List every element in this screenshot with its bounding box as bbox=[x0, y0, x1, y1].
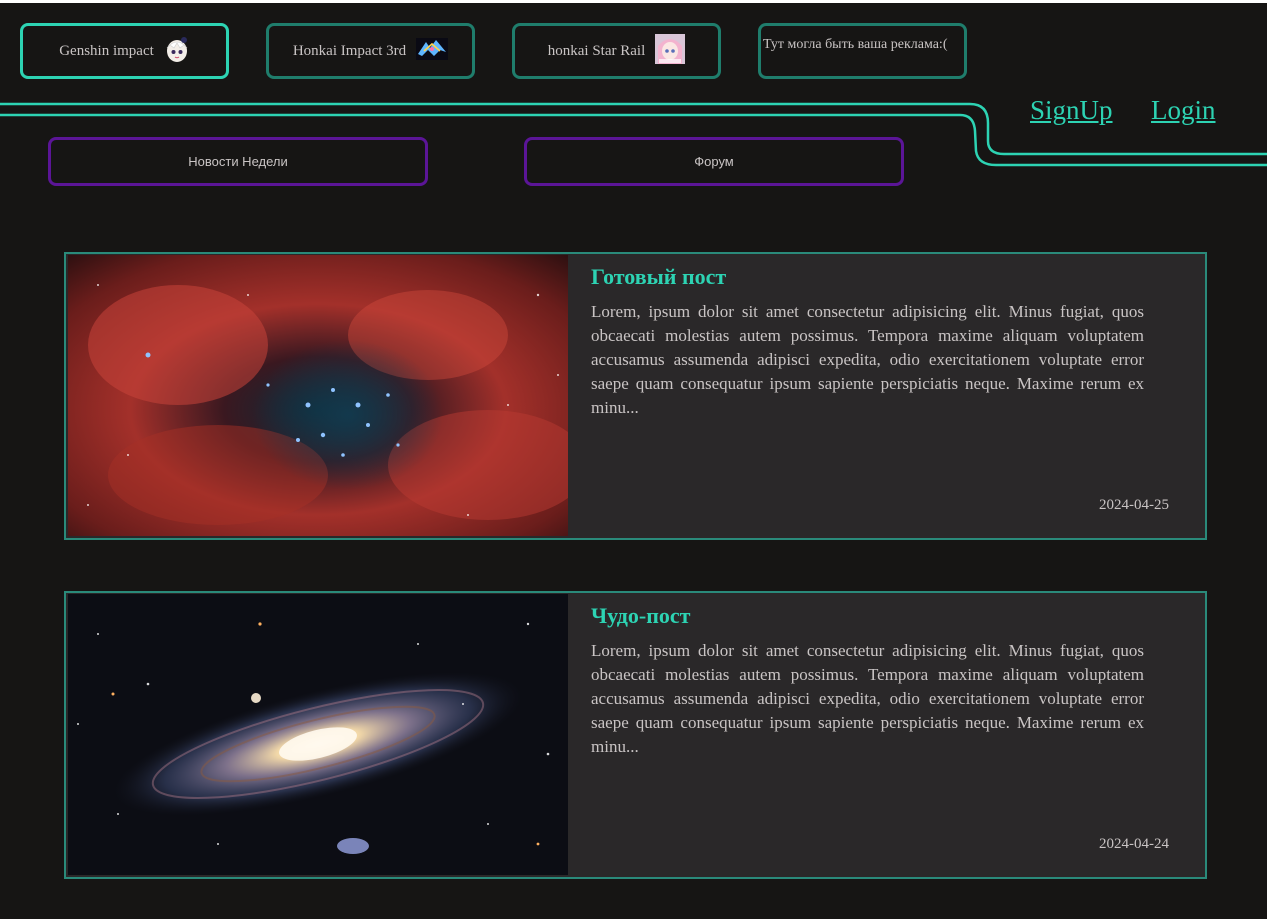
tab-label: Honkai Impact 3rd bbox=[292, 42, 407, 59]
tab-label: Genshin impact bbox=[59, 42, 154, 59]
tab-honkai-impact-3rd[interactable]: Honkai Impact 3rd bbox=[266, 23, 475, 79]
post-date: 2024-04-25 bbox=[1099, 497, 1169, 513]
signup-link[interactable]: SignUp bbox=[1030, 95, 1113, 126]
tab-label: honkai Star Rail bbox=[547, 42, 646, 59]
post-card[interactable]: Готовый пост Lorem, ipsum dolor sit amet… bbox=[64, 252, 1207, 540]
login-link[interactable]: Login bbox=[1151, 95, 1216, 126]
tab-genshin-impact[interactable]: Genshin impact bbox=[20, 23, 229, 79]
honkai-logo-icon bbox=[416, 37, 449, 65]
paimon-avatar-icon bbox=[164, 34, 190, 69]
tab-honkai-star-rail[interactable]: honkai Star Rail bbox=[512, 23, 721, 79]
post-card[interactable]: Чудо-пост Lorem, ipsum dolor sit amet co… bbox=[64, 591, 1207, 879]
weekly-news-button[interactable]: Новости Недели bbox=[48, 137, 428, 186]
post-excerpt: Lorem, ipsum dolor sit amet consectetur … bbox=[591, 641, 1144, 756]
post-date: 2024-04-24 bbox=[1099, 836, 1169, 852]
post-excerpt: Lorem, ipsum dolor sit amet consectetur … bbox=[591, 302, 1144, 417]
forum-button[interactable]: Форум bbox=[524, 137, 904, 186]
tab-ad-placeholder[interactable]: Тут могла быть ваша реклама:( bbox=[758, 23, 967, 79]
andromeda-galaxy-image bbox=[68, 594, 568, 875]
tab-label: Тут могла быть ваша реклама:( bbox=[763, 37, 948, 52]
top-border bbox=[0, 0, 1267, 3]
rosette-nebula-image bbox=[68, 255, 568, 536]
post-title[interactable]: Чудо-пост bbox=[591, 603, 690, 629]
post-title[interactable]: Готовый пост bbox=[591, 264, 726, 290]
march-seventh-avatar-icon bbox=[655, 33, 686, 69]
